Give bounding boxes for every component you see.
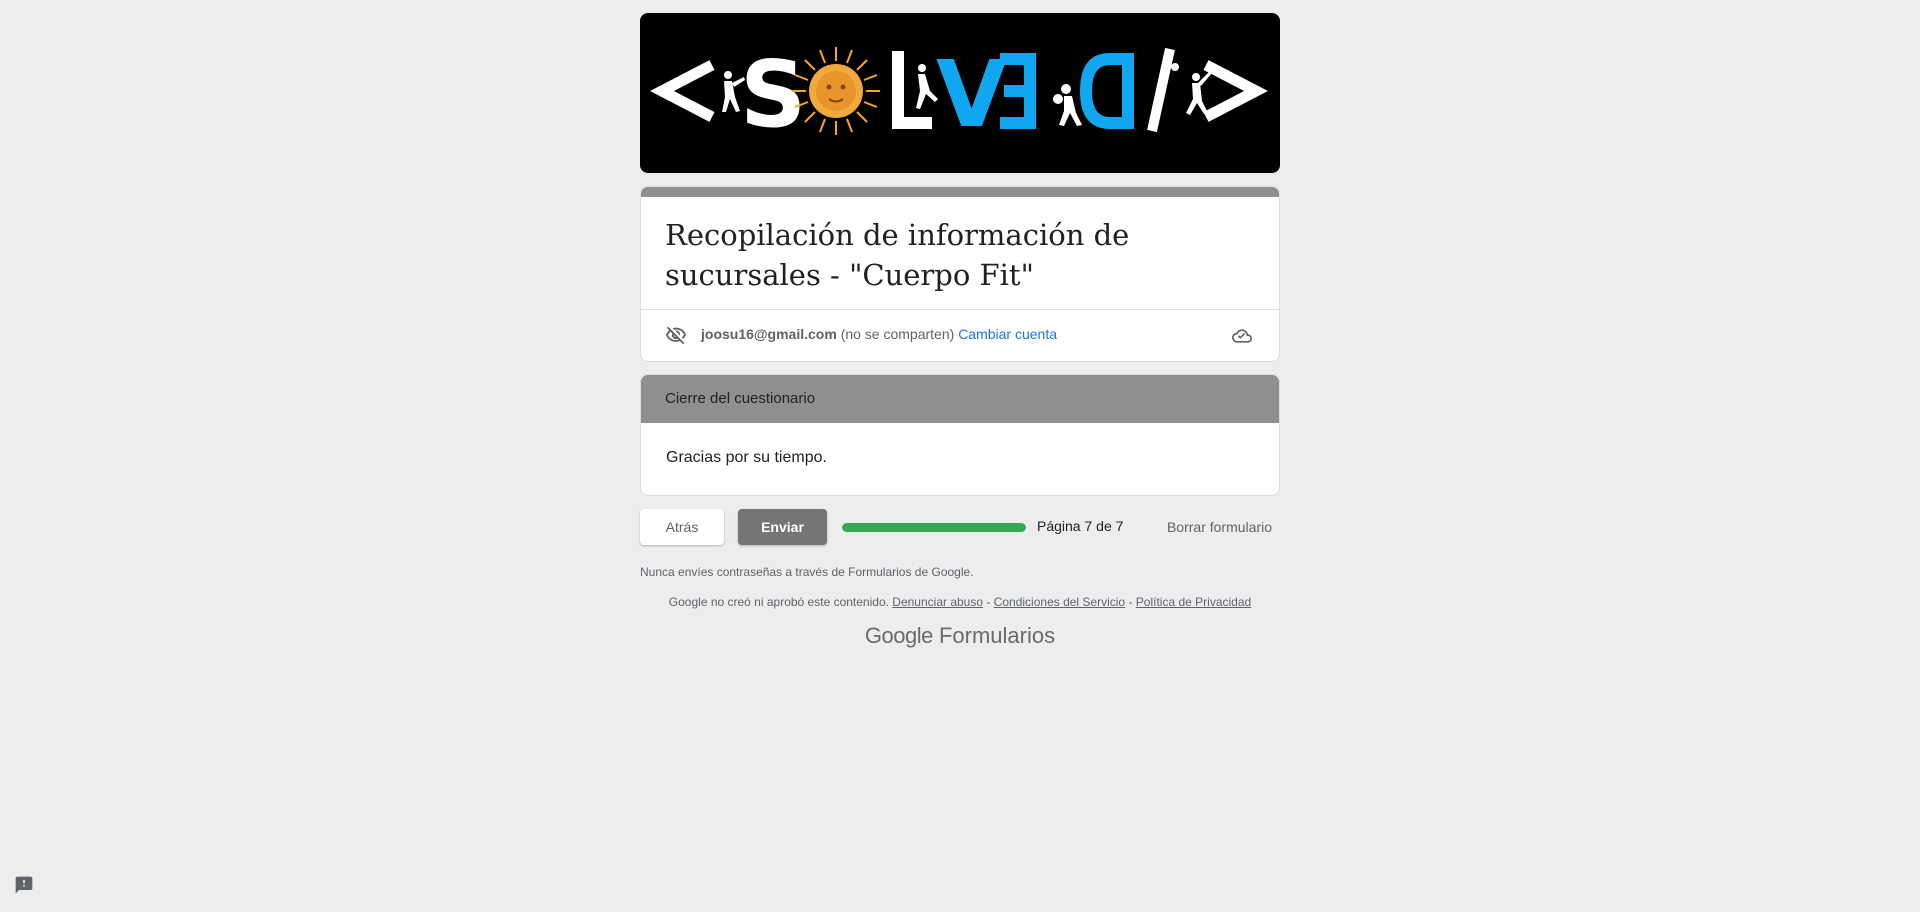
report-icon[interactable]	[14, 875, 34, 895]
title-card-accent-bar	[641, 187, 1279, 197]
section-card: Cierre del cuestionario Gracias por su t…	[640, 374, 1280, 496]
page-indicator: Página 7 de 7	[1037, 518, 1124, 534]
account-info: joosu16@gmail.com (no se comparten) Camb…	[701, 326, 1057, 342]
section-description: Gracias por su tiempo.	[666, 449, 827, 466]
banner-letter-e-mirrored	[1000, 53, 1036, 129]
athlete-silhouette-3	[1053, 84, 1082, 126]
header-banner: S V	[640, 13, 1280, 173]
report-abuse-link[interactable]: Denunciar abuso	[892, 595, 983, 609]
visibility-off-icon	[665, 324, 687, 349]
athlete-silhouette-2	[916, 64, 938, 109]
separator: -	[1125, 595, 1136, 609]
back-button[interactable]: Atrás	[640, 509, 724, 545]
sun-icon	[792, 47, 880, 135]
form-title: Recopilación de información de sucursale…	[665, 218, 1130, 292]
progress-bar	[842, 523, 1026, 532]
account-email: joosu16@gmail.com	[701, 326, 837, 342]
cloud-done-icon	[1231, 326, 1253, 349]
privacy-link[interactable]: Política de Privacidad	[1136, 595, 1251, 609]
terms-link[interactable]: Condiciones del Servicio	[994, 595, 1125, 609]
section-header: Cierre del cuestionario	[641, 375, 1279, 423]
google-forms-logo[interactable]: Google Formularios	[640, 623, 1280, 649]
form-column: S V Recopilación de información de sucur…	[640, 13, 1280, 649]
banner-less-than	[650, 60, 715, 122]
brand-product: Formularios	[938, 623, 1056, 648]
password-notice: Nunca envíes contraseñas a través de For…	[640, 565, 974, 579]
separator: -	[983, 595, 994, 609]
banner-logo-image: S V	[650, 41, 1268, 148]
banner-slash	[1147, 47, 1175, 133]
switch-account-link[interactable]: Cambiar cuenta	[958, 326, 1057, 342]
banner-letter-s: S	[740, 41, 806, 148]
athlete-silhouette-4	[1186, 71, 1212, 115]
form-title-card: Recopilación de información de sucursale…	[640, 186, 1280, 362]
brand-google: Google	[864, 623, 933, 648]
not-shared-label: (no se comparten)	[840, 326, 955, 342]
banner-letter-v: V	[936, 41, 1007, 148]
disclaimer-text: Google no creó ni aprobó este contenido.	[668, 595, 889, 609]
content-disclaimer: Google no creó ni aprobó este contenido.…	[640, 595, 1280, 609]
submit-button[interactable]: Enviar	[738, 509, 827, 545]
progress-bar-fill	[842, 523, 1026, 532]
banner-greater-than	[1203, 60, 1268, 122]
form-navigation: Atrás Enviar Página 7 de 7 Borrar formul…	[640, 509, 1280, 547]
banner-letter-d-mirrored	[1080, 53, 1134, 129]
account-row: joosu16@gmail.com (no se comparten) Camb…	[641, 309, 1279, 361]
clear-form-button[interactable]: Borrar formulario	[1167, 519, 1272, 535]
